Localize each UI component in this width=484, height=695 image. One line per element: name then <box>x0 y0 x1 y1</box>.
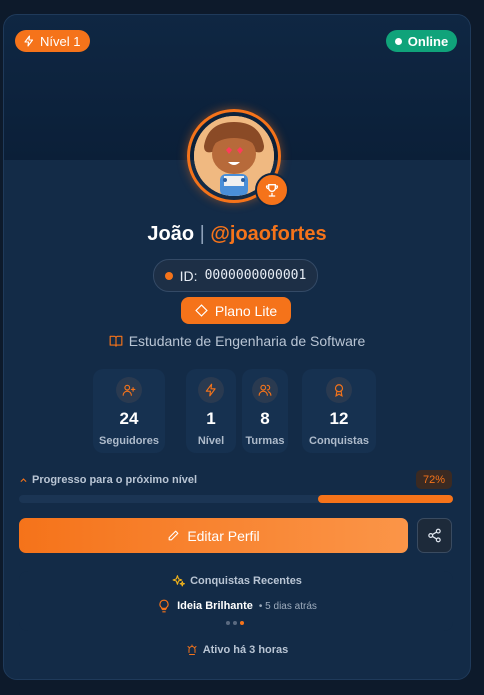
achievement-name: Ideia Brilhante <box>177 600 253 612</box>
bolt-icon <box>198 377 224 403</box>
plan-label: Plano Lite <box>214 302 278 319</box>
users-icon <box>252 377 278 403</box>
progress-label-text: Progresso para o próximo nível <box>32 474 198 486</box>
carousel-dot[interactable] <box>226 621 230 625</box>
award-icon <box>326 377 352 403</box>
id-value: 0000000000001 <box>204 268 307 283</box>
stat-value: 8 <box>260 409 270 428</box>
user-handle[interactable]: @joaofortes <box>210 223 326 245</box>
user-plus-icon <box>116 377 142 403</box>
stat-label: Conquistas <box>309 435 369 447</box>
stat-value: 12 <box>329 409 349 428</box>
stat-followers[interactable]: 24 Seguidores <box>93 369 165 453</box>
share-icon <box>428 528 441 543</box>
edit-profile-button[interactable]: Editar Perfil <box>19 518 408 553</box>
book-icon <box>109 335 123 347</box>
user-role: Estudante de Engenharia de Software <box>4 333 470 349</box>
activity-status: Ativo há 3 horas <box>4 644 470 656</box>
stat-classes[interactable]: 8 Turmas <box>242 369 288 453</box>
chevron-up-icon <box>20 477 27 482</box>
status-dot <box>394 37 402 45</box>
carousel-dot[interactable] <box>233 621 237 625</box>
profile-name-line: João | @joaofortes <box>4 223 470 246</box>
activity-text: Ativo há 3 horas <box>202 644 289 656</box>
achievement-time: • 5 dias atrás <box>258 600 317 612</box>
level-badge: Nível 1 <box>15 30 91 52</box>
progress-label: Progresso para o próximo nível <box>19 474 197 486</box>
online-status-label: Online <box>407 33 449 49</box>
stat-label: Nível <box>197 435 225 447</box>
stat-label: Turmas <box>245 435 285 447</box>
progress-percent-badge: 72% <box>416 470 452 489</box>
progress-fill <box>318 495 453 503</box>
level-badge-label: Nível 1 <box>40 33 81 49</box>
role-text: Estudante de Engenharia de Software <box>128 333 366 349</box>
avatar-container <box>187 109 289 209</box>
recent-achievements-title: Conquistas Recentes <box>4 574 470 587</box>
user-id-pill[interactable]: ID: 0000000000001 <box>153 259 318 292</box>
id-dot <box>164 271 173 280</box>
stat-value: 24 <box>119 409 139 428</box>
name-separator: | <box>199 223 205 245</box>
lightbulb-icon <box>159 599 169 613</box>
carousel-dots[interactable] <box>226 621 244 625</box>
achievement-item[interactable]: Ideia Brilhante • 5 dias atrás <box>4 598 470 614</box>
carousel-dot-active[interactable] <box>240 621 244 625</box>
edit-icon <box>168 530 179 541</box>
stat-achievements[interactable]: 12 Conquistas <box>302 369 376 453</box>
online-status-badge: Online <box>386 30 457 52</box>
diamond-icon <box>195 304 208 317</box>
recent-achievements-label: Conquistas Recentes <box>190 574 302 587</box>
stat-level[interactable]: 1 Nível <box>186 369 236 453</box>
trophy-icon <box>255 173 289 207</box>
share-button[interactable] <box>417 518 452 553</box>
stat-value: 1 <box>206 409 216 428</box>
bolt-icon <box>24 35 34 47</box>
edit-profile-label: Editar Perfil <box>187 527 260 544</box>
user-name: João <box>147 223 195 245</box>
sparkles-icon <box>172 575 186 587</box>
id-label: ID: <box>179 267 198 284</box>
plan-badge[interactable]: Plano Lite <box>181 297 291 324</box>
stat-label: Seguidores <box>99 435 159 447</box>
alarm-icon <box>187 644 197 655</box>
profile-card: Nível 1 Online João | @joaofortes ID: 00… <box>3 14 471 680</box>
